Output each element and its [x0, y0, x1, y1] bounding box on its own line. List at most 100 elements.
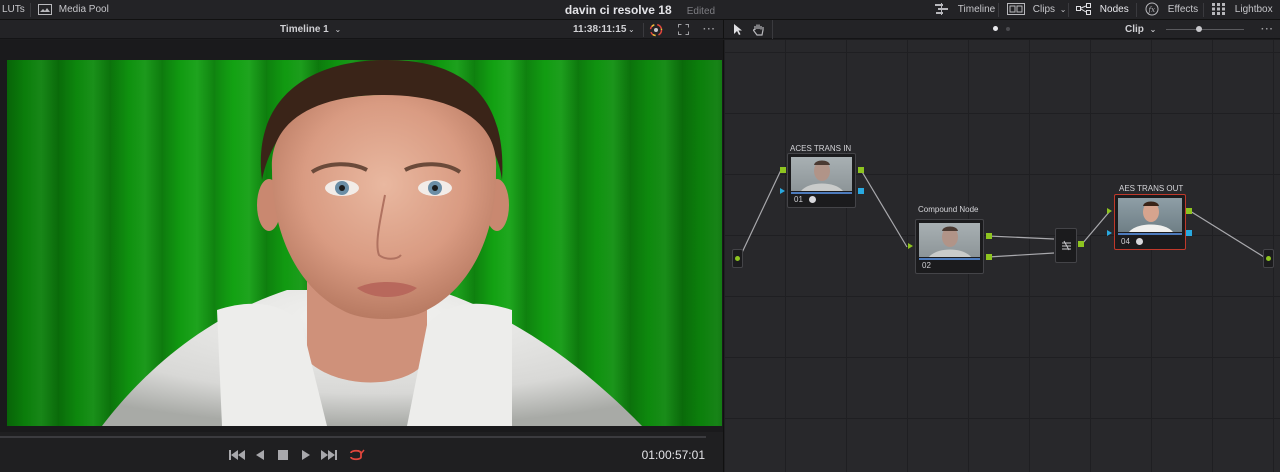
divider — [1203, 3, 1204, 17]
node-number-text: 01 — [794, 195, 803, 204]
node-04-selected[interactable]: 04 — [1114, 194, 1186, 250]
source-input-node[interactable] — [732, 249, 743, 268]
node-number-text: 04 — [1121, 237, 1130, 246]
layer-mixer-node[interactable] — [1055, 228, 1077, 263]
media-pool-tab[interactable]: Media Pool — [38, 0, 109, 20]
node-progress-bar — [919, 258, 980, 260]
mixer-icon — [1062, 240, 1071, 251]
nodes-tab[interactable]: Nodes — [1076, 0, 1129, 20]
effects-tab[interactable]: fx Effects — [1145, 0, 1198, 20]
transport-bar: 01:00:57:01 — [0, 432, 723, 472]
lightbox-tab-label: Lightbox — [1234, 4, 1273, 15]
stop-icon[interactable] — [274, 448, 292, 462]
node-02-output-1[interactable] — [986, 233, 992, 239]
node-graph[interactable]: ACES TRANS IN 01 Compound Node 02 AES TR… — [723, 40, 1280, 472]
node-thumbnail — [1118, 198, 1182, 232]
media-pool-label: Media Pool — [58, 4, 109, 15]
timeline-icon — [935, 3, 948, 16]
divider — [643, 23, 644, 37]
node-editor-header: Clip ⌄ ··· — [723, 20, 1280, 39]
divider — [1068, 3, 1069, 17]
node-02-label: Compound Node — [918, 205, 979, 214]
node-mode-selector[interactable]: Clip ⌄ — [1125, 20, 1156, 39]
viewer-header: Timeline 1 ⌄ 11:38:11:15 ⌄ ··· — [0, 20, 723, 39]
node-thumbnail — [919, 223, 980, 257]
scrubber-track[interactable] — [0, 436, 706, 438]
portrait-image — [102, 60, 642, 426]
node-04-key-input[interactable] — [1107, 230, 1112, 236]
timeline-tab-label: Timeline — [957, 4, 996, 15]
node-01-rgb-output[interactable] — [858, 167, 864, 173]
clips-icon — [1007, 3, 1025, 16]
nodes-tab-label: Nodes — [1099, 4, 1129, 15]
chevron-down-icon: ⌄ — [1149, 25, 1157, 34]
loop-icon[interactable] — [347, 448, 365, 462]
zoom-slider-track[interactable] — [1166, 29, 1244, 30]
chevron-down-icon: ⌄ — [1059, 5, 1067, 14]
timeline-selector[interactable]: Timeline 1 ⌄ — [280, 20, 341, 39]
mixer-output[interactable] — [1078, 241, 1084, 247]
node-01-rgb-input[interactable] — [780, 167, 786, 173]
node-mode-label: Clip — [1125, 24, 1144, 35]
node-badge-icon — [808, 196, 816, 203]
node-04-key-output[interactable] — [1186, 230, 1192, 236]
node-02-compound[interactable]: 02 — [915, 219, 984, 274]
node-connections — [738, 169, 1265, 260]
pointer-icon[interactable] — [733, 23, 743, 36]
node-01[interactable]: 01 — [787, 153, 856, 208]
chevron-down-icon: ⌄ — [334, 25, 342, 34]
go-to-end-icon[interactable] — [320, 448, 338, 462]
node-01-number: 01 — [794, 195, 816, 204]
media-pool-icon — [38, 3, 52, 15]
node-04-label: AES TRANS OUT — [1119, 184, 1184, 193]
go-to-start-icon[interactable] — [228, 448, 246, 462]
source-timecode: 11:38:11:15 — [573, 24, 627, 35]
effects-icon: fx — [1145, 2, 1159, 16]
page-dot-active[interactable] — [993, 26, 998, 31]
lightbox-tab[interactable]: Lightbox — [1212, 0, 1273, 20]
node-01-label: ACES TRANS IN — [790, 144, 852, 153]
record-timecode: 01:00:57:01 — [641, 448, 705, 462]
node-01-key-input[interactable] — [780, 188, 785, 194]
color-wheel-icon[interactable] — [649, 23, 663, 37]
play-icon[interactable] — [296, 448, 314, 462]
viewer-options-icon[interactable]: ··· — [703, 20, 716, 39]
divider — [772, 20, 773, 39]
project-status: Edited — [686, 6, 716, 17]
top-bar: LUTs Media Pool davin ci resolve 18 Edit… — [0, 0, 1280, 20]
luts-tab[interactable]: LUTs — [2, 0, 25, 20]
divider — [1136, 3, 1137, 17]
lightbox-icon — [1212, 3, 1225, 16]
node-badge-icon — [1135, 238, 1143, 245]
timeline-tab[interactable]: Timeline — [934, 0, 995, 20]
node-02-number: 02 — [922, 261, 931, 270]
node-04-rgb-input[interactable] — [1107, 208, 1112, 214]
video-frame — [7, 60, 722, 426]
node-04-number: 04 — [1121, 237, 1143, 246]
effects-tab-label: Effects — [1167, 4, 1199, 15]
node-options-icon[interactable]: ··· — [1261, 20, 1274, 39]
svg-text:fx: fx — [1148, 6, 1156, 14]
fullscreen-icon[interactable] — [678, 24, 689, 35]
divider — [998, 3, 999, 17]
output-node[interactable] — [1263, 249, 1274, 268]
divider — [30, 3, 31, 17]
page-dot[interactable] — [1006, 27, 1010, 31]
node-02-input[interactable] — [908, 243, 913, 249]
reverse-play-icon[interactable] — [252, 448, 270, 462]
node-progress-bar — [1118, 233, 1182, 235]
node-01-key-output[interactable] — [858, 188, 864, 194]
hand-icon[interactable] — [752, 23, 765, 36]
output-port[interactable] — [1266, 256, 1271, 261]
clips-tab[interactable]: Clips ⌄ — [1007, 0, 1067, 20]
input-port[interactable] — [735, 256, 740, 261]
clips-tab-label: Clips — [1032, 4, 1056, 15]
zoom-slider-handle[interactable] — [1196, 26, 1202, 32]
luts-tab-label: LUTs — [2, 4, 25, 15]
node-progress-bar — [791, 192, 852, 194]
timecode-chevron-icon[interactable]: ⌄ — [628, 20, 635, 39]
node-04-rgb-output[interactable] — [1186, 208, 1192, 214]
node-02-output-2[interactable] — [986, 254, 992, 260]
project-title: davin ci resolve 18 — [564, 3, 672, 17]
nodes-icon — [1076, 3, 1091, 16]
